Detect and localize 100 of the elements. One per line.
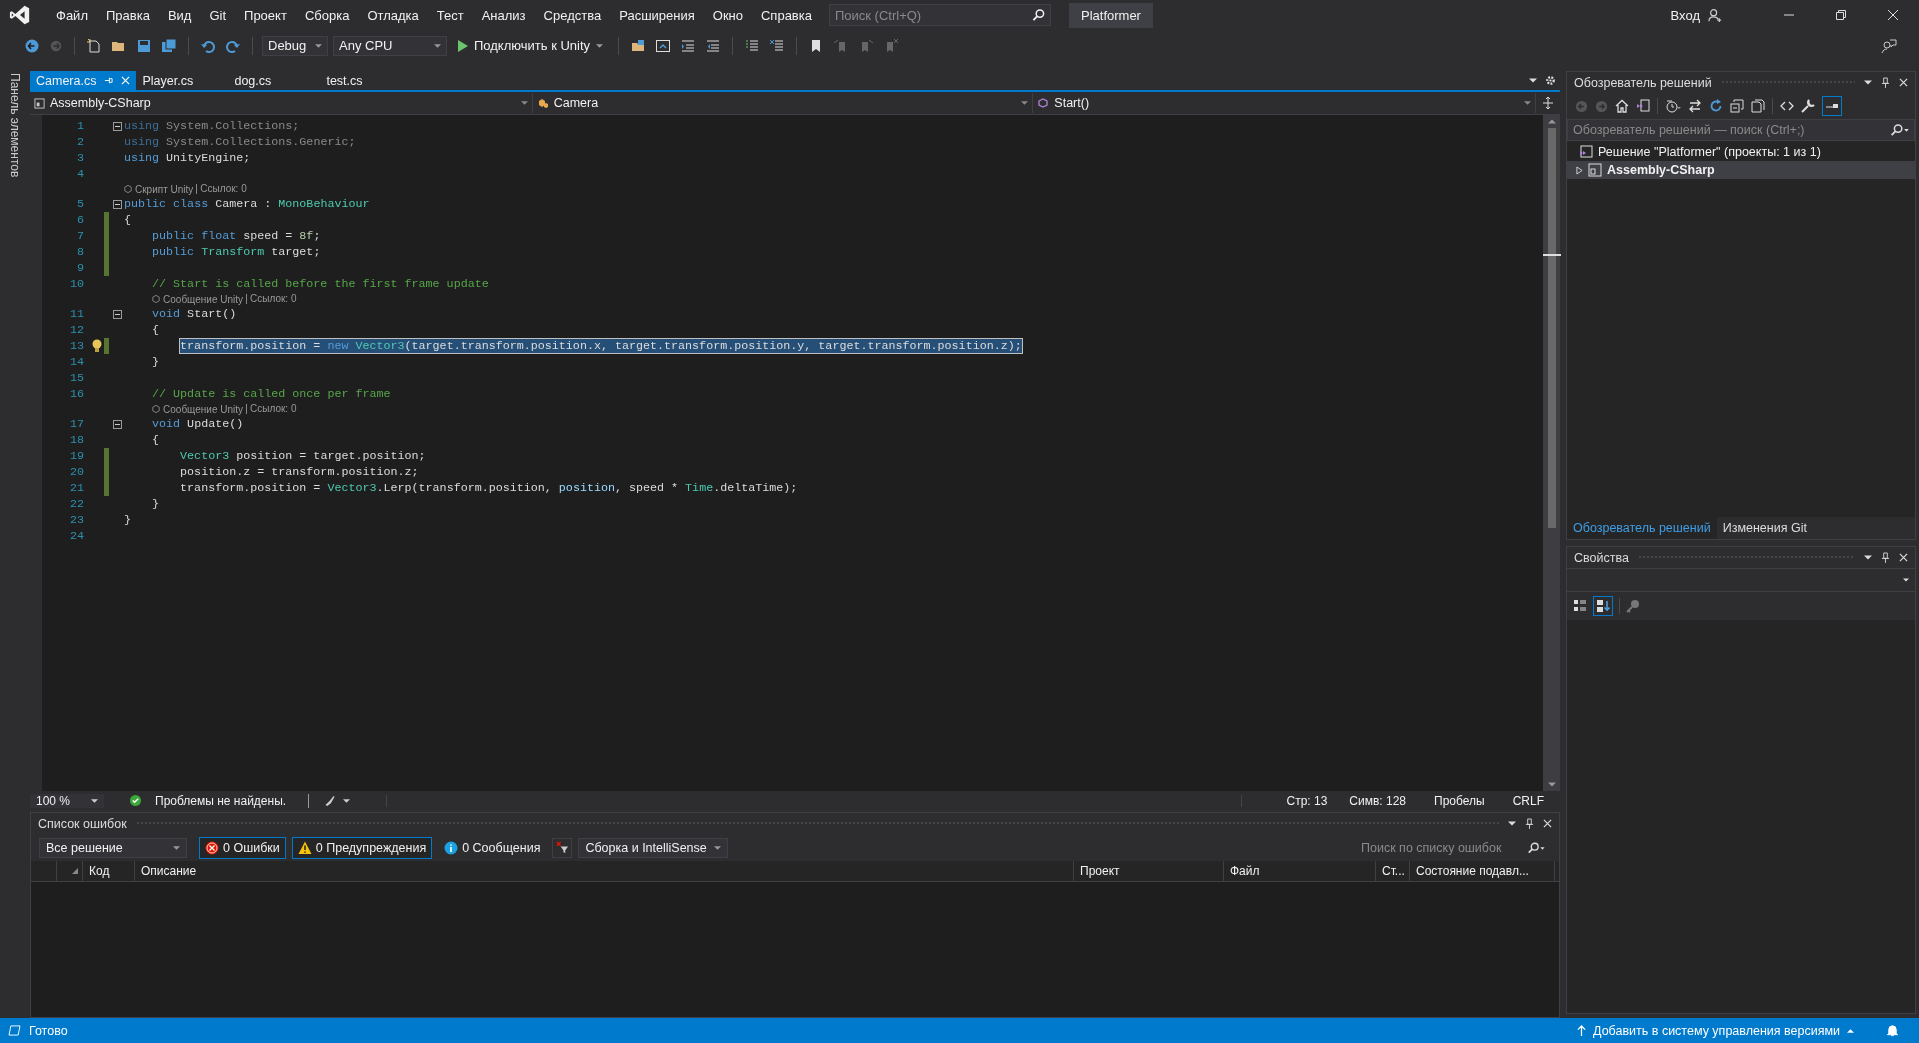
history-icon[interactable] <box>1665 99 1681 113</box>
line-indicator[interactable]: Стр: 13 <box>1286 793 1328 808</box>
attach-unity-button[interactable]: Подключить к Unity <box>452 38 610 53</box>
column-header[interactable]: Код <box>83 861 135 881</box>
preview-toggle[interactable] <box>1822 96 1842 116</box>
user-icon[interactable] <box>1708 7 1723 23</box>
dropdown-icon[interactable] <box>1508 821 1516 826</box>
member-dropdown[interactable]: Start() <box>1033 93 1536 113</box>
filter-clear-button[interactable] <box>552 837 573 858</box>
menu-item[interactable]: Git <box>200 7 236 23</box>
solution-icon[interactable] <box>1636 99 1650 113</box>
menu-item[interactable]: Проект <box>235 7 296 23</box>
references-link[interactable]: Ссылок: 0 <box>246 294 297 304</box>
column-header[interactable]: Состояние подавл... <box>1410 861 1555 881</box>
filter-toggle[interactable]: 0 Сообщения <box>438 836 547 859</box>
menu-item[interactable]: Средства <box>534 7 611 23</box>
references-link[interactable]: Ссылок: 0 <box>246 404 297 414</box>
configuration-dropdown[interactable]: Debug <box>262 35 328 56</box>
pin-icon[interactable] <box>1525 818 1534 829</box>
project-dropdown[interactable]: Assembly-CSharp <box>30 93 533 113</box>
collapse-all-icon[interactable] <box>1730 99 1744 113</box>
issues-status[interactable]: Проблемы не найдены. <box>155 793 287 808</box>
restore-icon[interactable] <box>1835 9 1847 21</box>
menu-item[interactable]: Расширения <box>610 7 704 23</box>
sort-icon[interactable] <box>72 868 78 874</box>
tree-item[interactable]: Решение "Platformer" (проекты: 1 из 1) <box>1567 143 1915 161</box>
browser-icon[interactable] <box>655 37 672 54</box>
dropdown-icon[interactable] <box>1864 80 1872 85</box>
zoom-dropdown[interactable]: 100 % <box>30 793 104 808</box>
collapse-icon[interactable] <box>112 419 122 429</box>
home-icon[interactable] <box>1615 99 1629 113</box>
object-dropdown-icon[interactable] <box>1903 578 1909 582</box>
code-icon[interactable] <box>1780 99 1794 113</box>
uncomment-lines-icon[interactable] <box>769 37 786 54</box>
tree-item[interactable]: Assembly-CSharp <box>1567 161 1915 179</box>
show-all-files-icon[interactable] <box>1751 99 1765 113</box>
codelens-link[interactable]: Сообщение Unity <box>163 293 244 305</box>
collapse-icon[interactable] <box>112 199 122 209</box>
menu-item[interactable]: Окно <box>703 7 752 23</box>
close-icon[interactable] <box>1899 78 1908 87</box>
search-icon[interactable] <box>1032 8 1045 22</box>
collapse-icon[interactable] <box>112 309 122 319</box>
pin-icon[interactable] <box>1881 552 1890 563</box>
menu-item[interactable]: Сборка <box>295 7 359 23</box>
filter-toggle[interactable]: 0 Предупреждения <box>291 836 433 859</box>
panel-tab[interactable]: Изменения Git <box>1716 517 1813 539</box>
refresh-icon[interactable] <box>1709 99 1723 113</box>
categorized-icon[interactable] <box>1573 599 1587 613</box>
notification-icon[interactable] <box>1886 1024 1899 1037</box>
column-indicator[interactable]: Симв: 128 <box>1349 793 1407 808</box>
scroll-up-icon[interactable] <box>1547 119 1556 124</box>
lightbulb-icon[interactable] <box>92 339 102 353</box>
file-tab[interactable]: dog.cs <box>228 71 321 90</box>
close-icon[interactable] <box>1899 553 1908 562</box>
source-dropdown[interactable]: Сборка и IntelliSense <box>578 837 729 858</box>
save-icon[interactable] <box>136 37 152 54</box>
dropdown-icon[interactable] <box>1864 555 1872 560</box>
menu-item[interactable]: Отладка <box>358 7 428 23</box>
menu-item[interactable]: Справка <box>752 7 821 23</box>
codelens-link[interactable]: Сообщение Unity <box>163 403 244 415</box>
alphabetical-toggle[interactable] <box>1593 596 1613 616</box>
file-tab[interactable]: test.cs <box>320 71 413 90</box>
menu-item[interactable]: Правка <box>96 7 159 23</box>
settings-icon[interactable] <box>1545 75 1556 86</box>
tab-list-icon[interactable] <box>1529 78 1537 83</box>
column-header[interactable]: Проект <box>1074 861 1224 881</box>
line-ending-indicator[interactable]: CRLF <box>1512 793 1544 808</box>
collapse-icon[interactable] <box>112 121 122 131</box>
column-header[interactable]: Описание <box>135 861 1074 881</box>
search-icon[interactable] <box>1527 841 1545 854</box>
source-control-button[interactable]: Добавить в систему управления версиями <box>1577 1023 1854 1038</box>
whitespace-indicator[interactable]: Пробелы <box>1434 793 1485 808</box>
toolbox-tab[interactable]: Панель элементов <box>8 71 22 178</box>
expand-arrow-icon[interactable] <box>1576 165 1583 175</box>
wrench-icon[interactable] <box>1801 99 1815 113</box>
references-link[interactable]: Ссылок: 0 <box>196 184 247 194</box>
column-header[interactable]: Ст... <box>1376 861 1410 881</box>
split-icon[interactable] <box>1542 97 1554 109</box>
search-field[interactable]: Поиск (Ctrl+Q) <box>829 4 1051 26</box>
menu-item[interactable]: Вид <box>158 7 201 23</box>
solution-search-field[interactable]: Обозреватель решений — поиск (Ctrl+;) <box>1567 119 1915 141</box>
back-icon[interactable] <box>24 37 40 54</box>
file-tab[interactable]: Player.cs <box>136 71 229 90</box>
vertical-scrollbar[interactable] <box>1543 115 1560 791</box>
search-icon[interactable] <box>1890 123 1909 137</box>
comment-lines-icon[interactable] <box>744 37 761 54</box>
menu-item[interactable]: Тест <box>427 7 473 23</box>
scope-dropdown[interactable]: Все решение <box>39 837 187 858</box>
pin-icon[interactable] <box>1881 77 1890 88</box>
column-header[interactable]: Файл <box>1224 861 1376 881</box>
sync-icon[interactable] <box>1688 99 1702 113</box>
codelens-link[interactable]: Скрипт Unity <box>135 183 194 195</box>
close-icon[interactable] <box>1543 819 1552 828</box>
type-dropdown[interactable]: Camera <box>532 93 1034 113</box>
platform-dropdown[interactable]: Any CPU <box>333 35 447 56</box>
menu-item[interactable]: Файл <box>47 7 97 23</box>
filter-toggle[interactable]: 0 Ошибки <box>199 836 286 859</box>
sign-in-link[interactable]: Вход <box>1670 7 1700 23</box>
save-all-icon[interactable] <box>161 37 177 54</box>
indent-icon[interactable] <box>680 37 697 54</box>
